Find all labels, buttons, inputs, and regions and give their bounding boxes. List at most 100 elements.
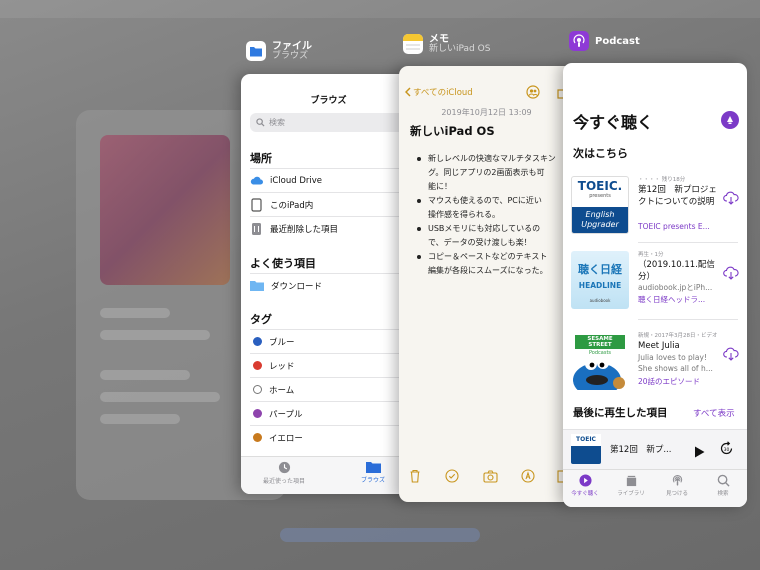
- podcast-app-card[interactable]: 今すぐ聴く 次はこちら TOEIC. presents English Upgr…: [563, 63, 747, 507]
- recently-played-header: 最後に再生した項目: [573, 407, 668, 419]
- chevron-left-icon: [405, 87, 411, 97]
- background-text-blur: [100, 308, 170, 318]
- tab-browse[interactable]: 見つける: [657, 474, 697, 497]
- background-text-blur: [100, 392, 220, 402]
- notes-toolbar: [399, 468, 574, 488]
- tag-color-dot: [253, 337, 262, 346]
- episode-item[interactable]: TOEIC. presents English Upgrader ・・・・ 残り…: [571, 176, 741, 246]
- tag-label: ホーム: [269, 385, 295, 396]
- artwork-text: Upgrader: [581, 220, 619, 229]
- podcast-app-name: Podcast: [595, 35, 640, 47]
- tab-label: ライブラリ: [617, 491, 645, 497]
- cookie-monster-illustration: [573, 357, 625, 390]
- tag-item[interactable]: レッド: [250, 353, 420, 377]
- episode-meta: 再生・1分: [638, 252, 664, 258]
- note-date: 2019年10月12日 13:09: [441, 108, 532, 117]
- episode-meta: ・・・・ 残り18分: [638, 177, 686, 183]
- places-item-recently-deleted[interactable]: 最近削除した項目: [250, 216, 420, 240]
- tag-item[interactable]: ホーム: [250, 377, 420, 401]
- trash-icon: [252, 222, 261, 235]
- section-tags: タグ: [250, 313, 272, 326]
- mini-player[interactable]: TOEIC 第12回 新プ... 30: [563, 429, 747, 469]
- markup-pen-icon[interactable]: [521, 468, 535, 487]
- library-icon: [626, 475, 636, 487]
- person-icon: [727, 116, 733, 124]
- favorites-item-downloads[interactable]: ダウンロード: [250, 273, 420, 297]
- tag-color-dot: [253, 361, 262, 370]
- files-search-input[interactable]: 検索: [250, 113, 420, 132]
- divider: [638, 319, 738, 320]
- notes-app-icon: [403, 34, 423, 55]
- episode-title: （2019.10.11.配信分）: [638, 260, 715, 282]
- tab-listen-now[interactable]: 今すぐ聴く: [565, 474, 605, 497]
- tab-library[interactable]: ライブラリ: [611, 474, 651, 497]
- artwork-text: English: [585, 210, 615, 219]
- share-people-icon[interactable]: [526, 85, 540, 99]
- tab-recents-label: 最近使った項目: [262, 478, 305, 485]
- tab-label: 検索: [717, 491, 729, 497]
- places-item-label: iCloud Drive: [270, 175, 323, 186]
- skip-forward-30-icon[interactable]: 30: [719, 441, 734, 460]
- episode-title: 第12回 新プロジェクトについての説明: [638, 185, 717, 207]
- tab-browse-label: ブラウズ: [360, 477, 385, 484]
- places-item-this-ipad[interactable]: このiPad内: [250, 192, 420, 216]
- folder-icon: [250, 281, 264, 291]
- section-places: 場所: [250, 152, 272, 165]
- episode-item[interactable]: SESAME STREET Podcasts 新規・2017年3月28日・ビデオ…: [571, 332, 741, 402]
- clock-icon: [278, 461, 290, 474]
- account-avatar[interactable]: [721, 111, 739, 129]
- notes-app-card[interactable]: すべてのiCloud 2019年10月12日 13:09 新しいiPad OS …: [399, 66, 574, 502]
- podcast-app-label[interactable]: Podcast: [569, 31, 640, 51]
- episode-artwork: TOEIC. presents English Upgrader: [571, 176, 629, 234]
- play-icon[interactable]: [694, 443, 705, 462]
- notes-app-label[interactable]: メモ 新しいiPad OS: [403, 34, 490, 55]
- note-bullet: 新しレベルの快適なマルチタスキン グ。同じアプリの2画面表示も可 能に！: [417, 152, 574, 194]
- episode-show-link[interactable]: 聴く日経ヘッドラ...: [638, 294, 718, 305]
- artwork-text: 聴く日経: [578, 263, 622, 276]
- note-bullet: コピー＆ペーストなどのテキスト 編集が各段にスムーズになった。: [417, 250, 574, 278]
- tag-item[interactable]: パープル: [250, 401, 420, 425]
- background-photo-widget: [100, 135, 230, 285]
- tag-label: ブルー: [269, 337, 295, 348]
- note-bullet: USBメモリにも対応しているの で、データの受け渡しも楽！: [417, 222, 574, 250]
- show-all-link[interactable]: すべて表示: [693, 407, 735, 419]
- tab-recents[interactable]: 最近使った項目: [259, 461, 309, 485]
- tag-item[interactable]: イエロー: [250, 425, 420, 449]
- tag-color-dot: [253, 409, 262, 418]
- episode-show-link[interactable]: TOEIC presents E...: [638, 222, 718, 231]
- tag-label: イエロー: [269, 433, 303, 444]
- notes-app-subtitle: 新しいiPad OS: [429, 44, 491, 54]
- play-circle-icon: [578, 474, 592, 487]
- tab-search[interactable]: 検索: [703, 474, 743, 497]
- download-icon[interactable]: [723, 190, 739, 209]
- note-title[interactable]: 新しいiPad OS: [410, 123, 495, 139]
- podcast-app-icon: [569, 31, 589, 51]
- cloud-icon: [250, 176, 263, 185]
- camera-icon[interactable]: [483, 468, 498, 487]
- notes-back-label: すべてのiCloud: [413, 88, 473, 98]
- background-text-blur: [100, 370, 190, 380]
- tag-item[interactable]: ブルー: [250, 329, 420, 353]
- tab-browse[interactable]: ブラウズ: [353, 461, 393, 484]
- tag-label: パープル: [269, 409, 303, 420]
- artwork-text: SESAME STREET: [575, 335, 625, 349]
- background-link-blur: [280, 528, 480, 542]
- artwork-text: TOEIC.: [577, 179, 623, 193]
- download-icon[interactable]: [723, 265, 739, 284]
- places-item-label: このiPad内: [270, 200, 314, 211]
- tag-color-dot: [253, 385, 262, 394]
- files-app-label[interactable]: ファイル ブラウズ: [246, 41, 312, 62]
- episode-title: Meet Julia: [638, 341, 680, 351]
- trash-icon[interactable]: [409, 468, 421, 487]
- places-item-icloud[interactable]: iCloud Drive: [250, 168, 420, 192]
- note-bullet-list[interactable]: 新しレベルの快適なマルチタスキン グ。同じアプリの2画面表示も可 能に！ マウス…: [417, 152, 574, 278]
- checklist-icon[interactable]: [445, 468, 459, 487]
- episode-item[interactable]: 聴く日経 HEADLINE audiobook 再生・1分 （2019.10.1…: [571, 251, 741, 321]
- notes-back-button[interactable]: すべてのiCloud: [405, 86, 473, 98]
- files-title: ブラウズ: [310, 96, 347, 106]
- artwork-text: audiobook: [589, 298, 611, 303]
- download-icon[interactable]: [723, 346, 739, 365]
- up-next-header: 次はこちら: [573, 147, 628, 160]
- episode-show-link[interactable]: 20話のエピソード: [638, 376, 718, 387]
- mini-player-title: 第12回 新プ...: [610, 445, 672, 455]
